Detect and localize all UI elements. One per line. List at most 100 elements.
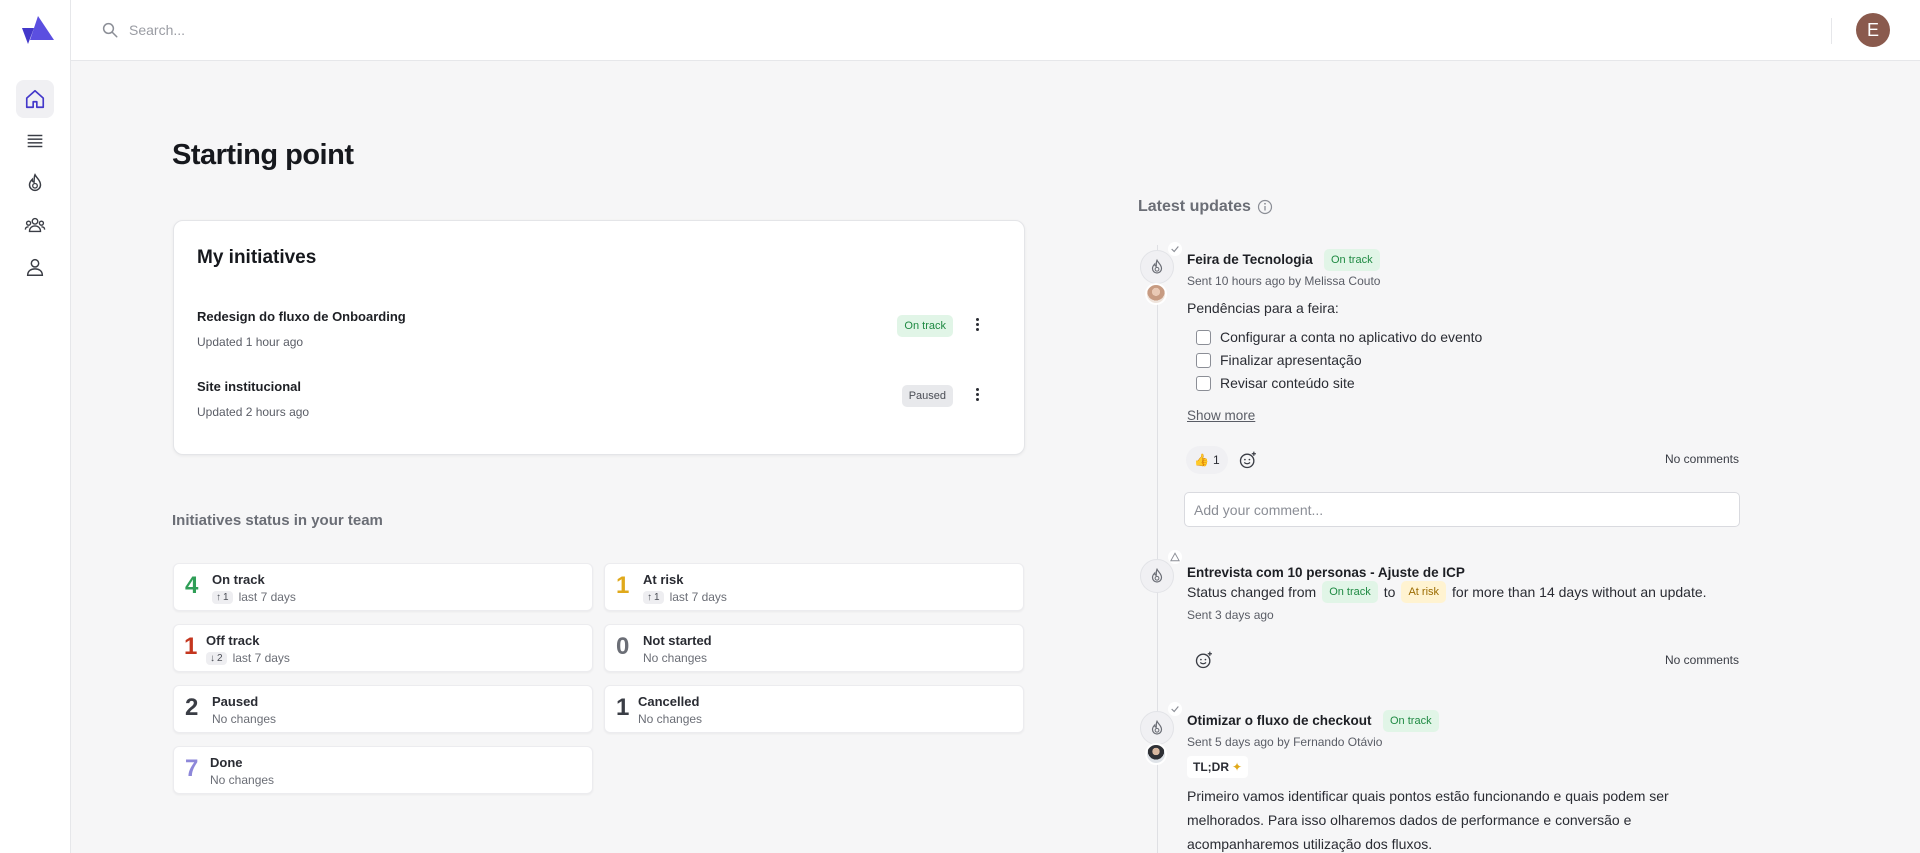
checklist-item[interactable]: Configurar a conta no aplicativo do even… xyxy=(1196,329,1482,345)
sidebar-item-profile[interactable] xyxy=(16,248,54,286)
flame-icon xyxy=(28,173,42,191)
status-count: 4 xyxy=(185,572,199,599)
update-title[interactable]: Feira de Tecnologia xyxy=(1187,252,1313,267)
status-label: On track xyxy=(212,572,265,587)
status-label: Cancelled xyxy=(638,694,700,709)
page-title: Starting point xyxy=(172,139,354,171)
avatar xyxy=(1145,743,1167,765)
delta-badge: ↑ 1 xyxy=(643,590,664,604)
status-card-paused[interactable]: 2 Paused No changes xyxy=(173,685,593,733)
status-card-not-started[interactable]: 0 Not started No changes xyxy=(604,624,1024,672)
status-sub: ↑ 1 last 7 days xyxy=(212,590,296,604)
status-label: At risk xyxy=(643,572,684,587)
warning-icon xyxy=(1168,550,1182,564)
info-icon[interactable] xyxy=(1257,199,1273,215)
checkbox[interactable] xyxy=(1196,329,1211,345)
thumbs-up-icon: 👍 xyxy=(1194,453,1209,467)
initiative-name[interactable]: Site institucional xyxy=(197,379,301,394)
sidebar-item-initiatives[interactable] xyxy=(16,164,54,202)
add-reaction-button[interactable] xyxy=(1234,446,1262,474)
update-title[interactable]: Entrevista com 10 personas - Ajuste de I… xyxy=(1187,565,1465,580)
arrow-up-icon: ↑ xyxy=(216,591,221,603)
status-count: 1 xyxy=(184,633,198,660)
status-card-cancelled[interactable]: 1 Cancelled No changes xyxy=(604,685,1024,733)
status-badge: On track xyxy=(1324,249,1380,271)
sidebar xyxy=(0,0,71,853)
app-logo[interactable] xyxy=(20,14,56,46)
kebab-dot-icon xyxy=(975,317,979,321)
initiative-row[interactable]: Site institucional Updated 2 hours ago P… xyxy=(197,379,1001,423)
initiative-updated: Updated 2 hours ago xyxy=(197,405,310,419)
add-emoji-icon xyxy=(1239,451,1256,469)
delta-badge: ↓ 2 xyxy=(206,651,227,665)
sidebar-item-list[interactable] xyxy=(16,122,54,160)
update-meta: Sent 5 days ago by Fernando Otávio xyxy=(1187,735,1383,749)
initiative-name[interactable]: Redesign do fluxo de Onboarding xyxy=(197,309,406,324)
status-label: Paused xyxy=(212,694,259,709)
status-badge: On track xyxy=(1322,581,1378,603)
check-icon xyxy=(1168,242,1182,256)
search-input[interactable] xyxy=(129,16,729,44)
kebab-dot-icon xyxy=(975,322,979,326)
sidebar-item-home[interactable] xyxy=(16,80,54,118)
status-badge: At risk xyxy=(1401,581,1447,603)
status-badge: On track xyxy=(897,315,953,337)
delta-badge: ↑ 1 xyxy=(212,590,233,604)
checkbox[interactable] xyxy=(1196,352,1211,368)
check-icon xyxy=(1168,702,1182,716)
checklist-item[interactable]: Finalizar apresentação xyxy=(1196,352,1362,368)
status-card-on-track[interactable]: 4 On track ↑ 1 last 7 days xyxy=(173,563,593,611)
checkbox[interactable] xyxy=(1196,375,1211,391)
status-card-done[interactable]: 7 Done No changes xyxy=(173,746,593,794)
initiative-row[interactable]: Redesign do fluxo de Onboarding Updated … xyxy=(197,309,1001,353)
arrow-up-icon: ↑ xyxy=(647,591,652,603)
flame-icon xyxy=(1151,567,1163,583)
kebab-dot-icon xyxy=(975,387,979,391)
my-initiatives-card: My initiatives Redesign do fluxo de Onbo… xyxy=(173,220,1025,455)
update-body: Primeiro vamos identificar quais pontos … xyxy=(1187,788,1669,852)
sidebar-item-teams[interactable] xyxy=(16,206,54,244)
update-meta: Sent 3 days ago xyxy=(1187,608,1274,622)
topbar-divider xyxy=(1831,18,1832,44)
flame-icon xyxy=(1151,258,1163,274)
status-sub: ↑ 1 last 7 days xyxy=(643,590,727,604)
status-sub: No changes xyxy=(643,651,708,665)
arrow-down-icon: ↓ xyxy=(210,652,215,664)
tldr-button[interactable]: TL;DR ✦ xyxy=(1187,756,1249,778)
status-sub: No changes xyxy=(212,712,277,726)
status-sub: ↓ 2 last 7 days xyxy=(206,651,290,665)
status-count: 7 xyxy=(185,755,199,782)
reaction-thumbs-up[interactable]: 👍 1 xyxy=(1186,446,1228,474)
status-badge: Paused xyxy=(901,385,953,407)
status-change-text: Status changed from On track to At risk … xyxy=(1187,580,1707,604)
more-options-button[interactable] xyxy=(967,313,987,335)
add-emoji-icon xyxy=(1195,651,1212,669)
more-options-button[interactable] xyxy=(967,383,987,405)
show-more-link[interactable]: Show more xyxy=(1187,408,1255,423)
topbar: E xyxy=(71,0,1920,61)
avatar xyxy=(1145,283,1167,305)
update-meta: Sent 10 hours ago by Melissa Couto xyxy=(1187,274,1381,288)
status-label: Off track xyxy=(206,633,260,648)
checklist-item[interactable]: Revisar conteúdo site xyxy=(1196,375,1355,391)
comments-count[interactable]: No comments xyxy=(1665,653,1739,667)
status-label: Not started xyxy=(643,633,712,648)
add-reaction-button[interactable] xyxy=(1190,646,1218,674)
status-card-off-track[interactable]: 1 Off track ↓ 2 last 7 days xyxy=(173,624,593,672)
comments-count[interactable]: No comments xyxy=(1665,452,1739,466)
update-initiative-icon xyxy=(1140,559,1174,593)
user-avatar[interactable]: E xyxy=(1856,13,1890,47)
initiative-updated: Updated 1 hour ago xyxy=(197,335,304,349)
comment-input[interactable] xyxy=(1184,492,1740,527)
search-icon xyxy=(102,22,118,38)
kebab-dot-icon xyxy=(975,397,979,401)
kebab-dot-icon xyxy=(975,327,979,331)
flame-icon xyxy=(1151,719,1163,735)
status-count: 1 xyxy=(616,694,630,721)
status-card-at-risk[interactable]: 1 At risk ↑ 1 last 7 days xyxy=(604,563,1024,611)
latest-updates-title: Latest updates xyxy=(1138,198,1251,215)
status-count: 1 xyxy=(616,572,630,599)
home-icon xyxy=(25,89,45,109)
update-title[interactable]: Otimizar o fluxo de checkout xyxy=(1187,713,1372,728)
update-initiative-icon xyxy=(1140,711,1174,745)
